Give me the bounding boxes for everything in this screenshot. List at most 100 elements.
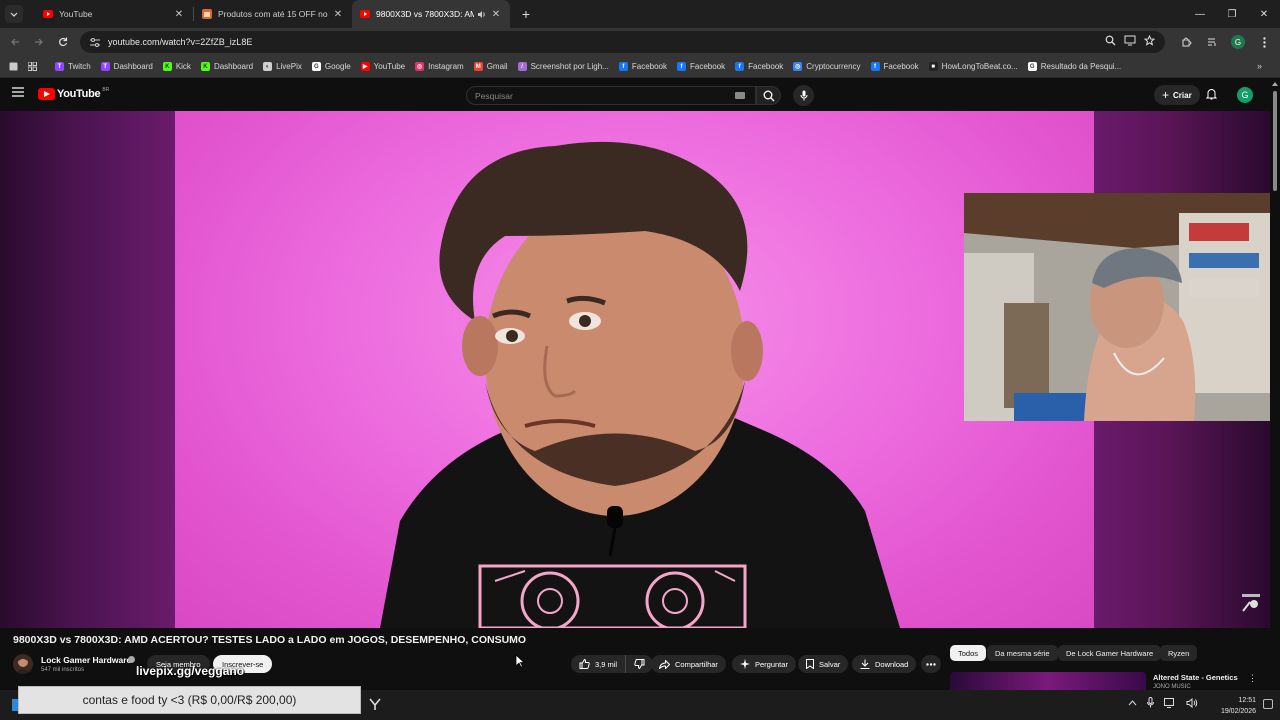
- youtube-play-icon: [38, 88, 55, 100]
- bookmark-item[interactable]: ▶ YouTube: [356, 56, 410, 78]
- bookmark-item[interactable]: ■ HowLongToBeat.co...: [924, 56, 1023, 78]
- bookmark-item[interactable]: ◎ Cryptocurrency: [788, 56, 865, 78]
- channel-watermark-icon[interactable]: [1240, 594, 1262, 612]
- chevron-up-icon[interactable]: [1128, 699, 1137, 706]
- more-bookmarks-button[interactable]: »: [1257, 61, 1262, 71]
- close-tab-icon[interactable]: ✕: [332, 8, 344, 20]
- browser-tab-produtos[interactable]: Produtos com até 15 OFF no Pi ✕: [194, 0, 352, 28]
- create-button[interactable]: + Criar: [1154, 85, 1200, 105]
- audio-playing-icon[interactable]: [477, 10, 486, 19]
- channel-avatar[interactable]: [13, 654, 33, 674]
- site-settings-icon[interactable]: [88, 35, 102, 49]
- new-tab-button[interactable]: +: [516, 4, 536, 24]
- profile-button[interactable]: G: [1226, 30, 1250, 54]
- chip-todos[interactable]: Todos: [950, 645, 987, 661]
- bookmark-item[interactable]: K Dashboard: [196, 56, 258, 78]
- extensions-button[interactable]: [1174, 30, 1198, 54]
- bookmark-item[interactable]: G Resultado da Pesqui...: [1023, 56, 1127, 78]
- address-bar[interactable]: youtube.com/watch?v=2ZfZB_izL8E: [80, 31, 1165, 53]
- arrow-left-icon: [10, 37, 20, 47]
- mouse-cursor-icon: [515, 654, 525, 668]
- notifications-bell-icon[interactable]: [1206, 88, 1217, 100]
- bookmark-item[interactable]: ◐ LivePix: [258, 56, 307, 78]
- close-tab-icon[interactable]: ✕: [490, 8, 502, 20]
- bookmark-item[interactable]: f Facebook: [672, 56, 730, 78]
- star-icon[interactable]: [1144, 35, 1155, 46]
- youtube-icon: [360, 9, 370, 19]
- bookmark-item[interactable]: f Facebook: [730, 56, 788, 78]
- recommendation-thumbnail[interactable]: [950, 672, 1146, 690]
- bookmarks-sidebar-button[interactable]: [4, 56, 23, 78]
- volume-icon[interactable]: [1186, 697, 1198, 708]
- video-frame[interactable]: [175, 111, 1094, 628]
- tab-search-button[interactable]: [5, 5, 23, 23]
- bookmark-item[interactable]: K Kick: [158, 56, 196, 78]
- cast-icon[interactable]: [1124, 35, 1136, 46]
- browser-menu-button[interactable]: [1252, 30, 1276, 54]
- zoom-icon[interactable]: [1105, 35, 1116, 46]
- scrollbar-thumb[interactable]: [1273, 91, 1277, 191]
- twitch-icon: T: [100, 62, 110, 71]
- ask-label: Perguntar: [755, 659, 788, 669]
- browser-tab-video[interactable]: 9800X3D vs 7800X3D: AMD ✕: [352, 0, 510, 28]
- clock[interactable]: 12:51 19/02/2026: [1221, 695, 1256, 717]
- search-box[interactable]: [466, 86, 756, 105]
- bookmark-item[interactable]: f Facebook: [866, 56, 924, 78]
- network-icon[interactable]: [1164, 697, 1176, 708]
- forward-button[interactable]: [27, 30, 51, 54]
- taskbar-y-app-icon[interactable]: [368, 697, 382, 711]
- kick-icon: K: [200, 62, 210, 71]
- facebook-icon: f: [618, 62, 628, 71]
- bookmark-item[interactable]: T Twitch: [50, 56, 96, 78]
- youtube-icon: [43, 9, 53, 19]
- scroll-up-icon[interactable]: [1272, 82, 1278, 86]
- browser-tab-youtube[interactable]: YouTube ✕: [35, 0, 193, 28]
- save-button[interactable]: Salvar: [798, 655, 849, 673]
- voice-search-button[interactable]: [793, 85, 814, 106]
- search-button[interactable]: [756, 86, 781, 105]
- create-label: Criar: [1173, 90, 1192, 100]
- bookmark-item[interactable]: f Facebook: [614, 56, 672, 78]
- page-scrollbar[interactable]: [1270, 79, 1280, 689]
- chip-channel[interactable]: De Lock Gamer Hardware: [1058, 645, 1162, 661]
- bookmark-item[interactable]: / Screenshot por Ligh...: [513, 56, 614, 78]
- back-button[interactable]: [3, 30, 27, 54]
- bookmark-icon: [806, 659, 814, 669]
- share-button[interactable]: Compartilhar: [651, 655, 726, 673]
- media-control-button[interactable]: [1200, 30, 1224, 54]
- hltb-icon: ■: [928, 62, 938, 71]
- search-input[interactable]: [475, 90, 725, 101]
- microphone-icon[interactable]: [1147, 697, 1154, 708]
- google-icon: G: [1027, 62, 1037, 71]
- channel-name[interactable]: Lock Gamer Hardware: [41, 655, 131, 665]
- notification-center-icon[interactable]: [1263, 699, 1273, 709]
- close-tab-icon[interactable]: ✕: [173, 8, 185, 20]
- apps-button[interactable]: [23, 56, 42, 78]
- chip-ryzen[interactable]: Ryzen: [1160, 645, 1198, 661]
- save-label: Salvar: [819, 659, 841, 669]
- kick-icon: K: [162, 62, 172, 71]
- bookmark-item[interactable]: M Gmail: [469, 56, 513, 78]
- youtube-logo[interactable]: YouTube BR: [38, 87, 109, 100]
- bookmark-item[interactable]: T Dashboard: [96, 56, 158, 78]
- ask-button[interactable]: Perguntar: [732, 655, 796, 673]
- youtube-header: YouTube BR + Criar G: [0, 79, 1270, 111]
- keyboard-icon[interactable]: [735, 92, 745, 99]
- download-button[interactable]: Download: [852, 655, 917, 673]
- recommendation-menu-icon[interactable]: ⋮: [1248, 673, 1257, 684]
- bookmark-label: Resultado da Pesqui...: [1040, 62, 1122, 71]
- close-window-button[interactable]: ✕: [1248, 0, 1280, 28]
- like-button[interactable]: 3,9 mil: [571, 655, 627, 673]
- chip-same-series[interactable]: Da mesma série: [987, 645, 1058, 661]
- recommendation-title[interactable]: Altered State - Genetics: [1153, 673, 1238, 682]
- dislike-button[interactable]: [626, 655, 653, 673]
- minimize-button[interactable]: —: [1184, 0, 1216, 28]
- account-avatar[interactable]: G: [1237, 87, 1253, 103]
- bookmark-item[interactable]: ◎ Instagram: [410, 56, 469, 78]
- reload-button[interactable]: [51, 30, 75, 54]
- restore-button[interactable]: ❐: [1216, 0, 1248, 28]
- hamburger-menu-icon[interactable]: [12, 87, 24, 97]
- more-actions-button[interactable]: [921, 655, 941, 673]
- bookmark-item[interactable]: G Google: [307, 56, 356, 78]
- url-text[interactable]: youtube.com/watch?v=2ZfZB_izL8E: [108, 37, 252, 47]
